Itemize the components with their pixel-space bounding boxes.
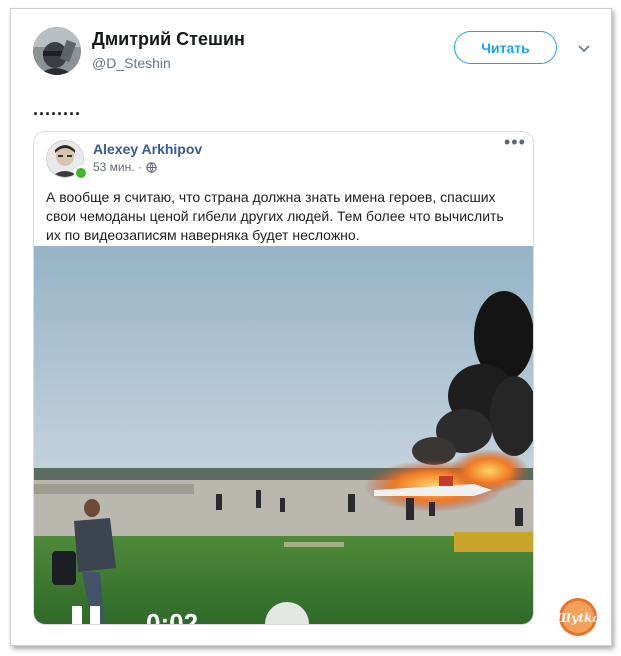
fb-time-label: 53 мин. · xyxy=(93,160,142,174)
tweet-card: Дмитрий Стешин @D_Steshin Читать .......… xyxy=(10,8,612,646)
follow-button[interactable]: Читать xyxy=(454,31,557,64)
fb-post-text: А вообще я считаю, что страна должна зна… xyxy=(46,189,504,243)
logo-text: Шуtka xyxy=(558,611,598,625)
fb-post-time: 53 мин. · xyxy=(93,160,157,174)
site-logo-icon: Шуtka xyxy=(558,598,598,636)
tweet-text: ........ xyxy=(33,99,82,119)
video-player[interactable]: 0:02 xyxy=(34,246,533,624)
video-frame xyxy=(34,246,533,624)
video-timestamp: 0:02 xyxy=(146,608,199,624)
more-options-button[interactable]: ••• xyxy=(504,132,526,153)
chevron-down-icon[interactable] xyxy=(577,41,591,55)
author-name[interactable]: Дмитрий Стешин xyxy=(92,29,245,50)
online-status-indicator xyxy=(74,166,88,180)
globe-icon xyxy=(146,161,157,173)
author-handle[interactable]: @D_Steshin xyxy=(92,55,171,71)
embedded-post[interactable]: Alexey Arkhipov 53 мин. · ••• А вообще я… xyxy=(33,131,534,625)
author-avatar[interactable] xyxy=(33,27,81,75)
fb-author-name[interactable]: Alexey Arkhipov xyxy=(93,141,202,157)
pause-icon[interactable] xyxy=(70,606,104,624)
